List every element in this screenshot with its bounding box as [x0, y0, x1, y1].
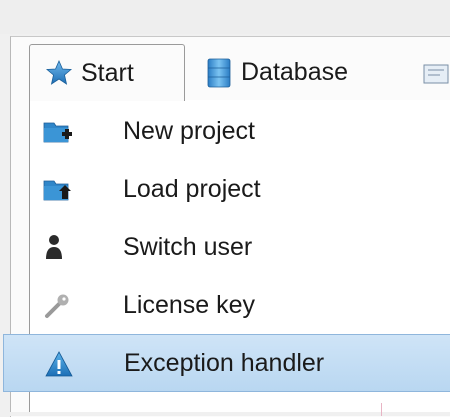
menu-item-switch-user[interactable]: Switch user	[30, 218, 450, 276]
tab-database[interactable]: Database	[199, 44, 389, 101]
star-icon	[45, 59, 73, 87]
menu-item-new-project[interactable]: New project	[30, 102, 450, 160]
warning-icon	[43, 348, 75, 380]
partial-icon	[418, 57, 450, 89]
tab-next-partial[interactable]	[418, 44, 450, 101]
database-icon	[205, 57, 233, 89]
bottom-edge	[10, 412, 450, 416]
new-project-icon	[42, 115, 74, 147]
menu-item-label: New project	[123, 116, 255, 145]
key-icon	[42, 289, 74, 321]
menu-item-label: Load project	[123, 174, 261, 203]
start-menu: New project Load project Switch user Lic…	[3, 100, 450, 416]
tab-start[interactable]: Start	[29, 44, 185, 101]
menu-item-license-key[interactable]: License key	[30, 276, 450, 334]
menu-item-label: Exception handler	[124, 348, 325, 377]
menu-item-exception-handler[interactable]: Exception handler	[3, 334, 450, 392]
menu-item-label: License key	[123, 290, 256, 319]
window-top-bar	[0, 0, 450, 34]
load-project-icon	[42, 173, 74, 205]
menu-item-label: Switch user	[123, 232, 253, 261]
tab-start-label: Start	[81, 58, 134, 87]
background-artifact	[381, 403, 382, 416]
menu-item-load-project[interactable]: Load project	[30, 160, 450, 218]
tab-database-label: Database	[241, 58, 349, 86]
user-icon	[42, 231, 74, 263]
